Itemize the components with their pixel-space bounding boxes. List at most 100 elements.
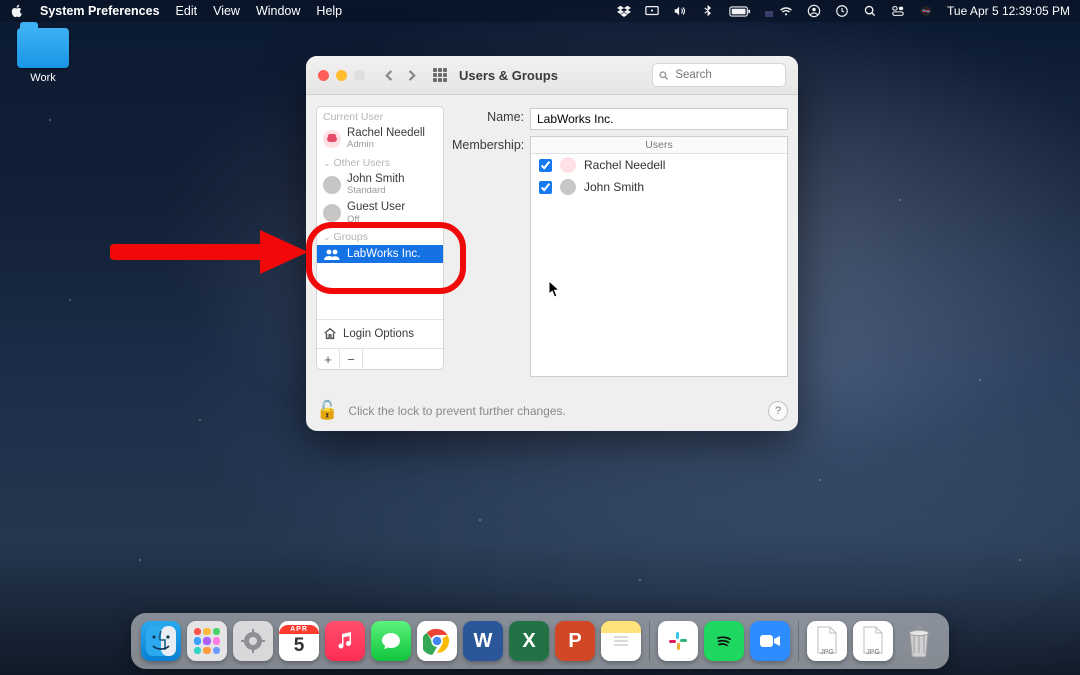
add-remove-row: + − xyxy=(317,348,443,369)
menu-window[interactable]: Window xyxy=(256,4,300,18)
desktop-folder-work[interactable]: Work xyxy=(8,28,78,84)
member-name: John Smith xyxy=(584,180,644,194)
window-close-button[interactable] xyxy=(318,70,329,81)
chevron-down-icon: ⌄ xyxy=(323,232,331,243)
dock-notes-icon[interactable] xyxy=(601,621,641,661)
calendar-month: APR xyxy=(279,625,319,634)
screen-icon[interactable] xyxy=(645,4,659,18)
dock-word-icon[interactable]: W xyxy=(463,621,503,661)
dock-separator xyxy=(649,621,650,661)
nav-back-button[interactable] xyxy=(379,64,399,86)
menu-bar: System Preferences Edit View Window Help… xyxy=(0,0,1080,22)
avatar-icon xyxy=(323,204,341,222)
apple-menu[interactable] xyxy=(10,4,24,18)
lock-footer: 🔓 Click the lock to prevent further chan… xyxy=(316,400,788,421)
add-button[interactable]: + xyxy=(317,349,340,369)
section-groups: ⌄Groups xyxy=(317,227,443,245)
dock-chrome-icon[interactable] xyxy=(417,621,457,661)
menu-edit[interactable]: Edit xyxy=(176,4,198,18)
user-row-current[interactable]: Rachel NeedellAdmin xyxy=(317,125,443,153)
dock-excel-icon[interactable]: X xyxy=(509,621,549,661)
window-toolbar: Users & Groups xyxy=(306,56,798,95)
membership-header: Users xyxy=(531,137,787,154)
system-preferences-window: Users & Groups Current User Rachel Neede… xyxy=(306,56,798,431)
dock-trash-icon[interactable] xyxy=(899,621,939,661)
user-fast-switch-icon[interactable] xyxy=(807,4,821,18)
membership-label: Membership: xyxy=(452,138,524,152)
search-icon xyxy=(659,70,668,81)
section-current-user: Current User xyxy=(317,107,443,125)
help-button[interactable]: ? xyxy=(768,401,788,421)
spotlight-search-icon[interactable] xyxy=(863,4,877,18)
app-name-menu[interactable]: System Preferences xyxy=(40,4,160,18)
dropbox-icon[interactable] xyxy=(617,4,631,18)
nav-forward-button[interactable] xyxy=(401,64,421,86)
control-center-icon[interactable] xyxy=(891,4,905,18)
dock-powerpoint-icon[interactable]: P xyxy=(555,621,595,661)
volume-icon[interactable] xyxy=(673,4,687,18)
user-row[interactable]: John SmithStandard xyxy=(317,171,443,199)
clock-icon-menubar[interactable] xyxy=(835,4,849,18)
membership-table: Users Rachel Needell John Smith xyxy=(530,136,788,377)
home-icon xyxy=(323,327,337,341)
user-role: Off xyxy=(347,215,405,226)
dock-launchpad-icon[interactable] xyxy=(187,621,227,661)
dock-music-icon[interactable] xyxy=(325,621,365,661)
search-input[interactable] xyxy=(673,68,779,82)
remove-button[interactable]: − xyxy=(340,349,363,369)
dock-calendar-icon[interactable]: APR 5 xyxy=(279,621,319,661)
calendar-day: 5 xyxy=(294,634,305,658)
window-controls xyxy=(318,70,365,81)
member-checkbox[interactable] xyxy=(539,181,552,194)
avatar-icon xyxy=(560,157,576,173)
avatar-icon xyxy=(323,130,341,148)
menubar-datetime[interactable]: Tue Apr 5 12:39:05 PM xyxy=(947,4,1070,18)
window-title: Users & Groups xyxy=(459,68,558,83)
dock-recent-file-2-icon[interactable]: JPG xyxy=(853,621,893,661)
name-label: Name: xyxy=(452,110,524,124)
dock-zoom-icon[interactable] xyxy=(750,621,790,661)
user-row[interactable]: Guest UserOff xyxy=(317,199,443,227)
lock-text: Click the lock to prevent further change… xyxy=(348,404,565,418)
bluetooth-icon[interactable] xyxy=(701,4,715,18)
dock-recent-file-1-icon[interactable]: JPG xyxy=(807,621,847,661)
group-name-field[interactable]: LabWorks Inc. xyxy=(530,108,788,130)
battery-icon[interactable] xyxy=(729,4,751,18)
mouse-cursor-icon xyxy=(548,280,562,298)
wifi-icon[interactable] xyxy=(779,4,793,18)
user-role: Admin xyxy=(347,140,425,151)
group-name: LabWorks Inc. xyxy=(347,248,420,261)
menu-help[interactable]: Help xyxy=(316,4,342,18)
section-other-users: ⌄Other Users xyxy=(317,153,443,171)
user-role: Standard xyxy=(347,186,405,197)
users-list: Current User Rachel NeedellAdmin ⌄Other … xyxy=(317,107,443,319)
avatar-icon xyxy=(323,176,341,194)
member-checkbox[interactable] xyxy=(539,159,552,172)
dock-separator xyxy=(798,621,799,661)
group-icon xyxy=(323,247,341,261)
group-row-selected[interactable]: LabWorks Inc. xyxy=(317,245,443,263)
dock-spotify-icon[interactable] xyxy=(704,621,744,661)
dock-system-preferences-icon[interactable] xyxy=(233,621,273,661)
member-row: John Smith xyxy=(531,176,787,198)
siri-icon[interactable] xyxy=(919,4,933,18)
folder-label: Work xyxy=(8,72,78,84)
member-name: Rachel Needell xyxy=(584,158,665,172)
users-sidebar: Current User Rachel NeedellAdmin ⌄Other … xyxy=(316,106,444,370)
search-field-wrap[interactable] xyxy=(652,63,786,87)
dock-messages-icon[interactable] xyxy=(371,621,411,661)
dock-finder-icon[interactable] xyxy=(141,621,181,661)
member-row: Rachel Needell xyxy=(531,154,787,176)
unlock-icon[interactable]: 🔓 xyxy=(316,400,338,421)
chevron-down-icon: ⌄ xyxy=(323,158,331,169)
window-zoom-button[interactable] xyxy=(354,70,365,81)
group-detail-pane: Name: LabWorks Inc. Membership: Users Ra… xyxy=(452,106,788,377)
avatar-icon xyxy=(560,179,576,195)
dock-slack-icon[interactable] xyxy=(658,621,698,661)
window-minimize-button[interactable] xyxy=(336,70,347,81)
show-all-prefs-button[interactable] xyxy=(429,64,451,86)
user-name: Guest User xyxy=(347,201,405,214)
menu-view[interactable]: View xyxy=(213,4,240,18)
login-options-button[interactable]: Login Options xyxy=(317,319,443,348)
login-options-label: Login Options xyxy=(343,328,414,340)
